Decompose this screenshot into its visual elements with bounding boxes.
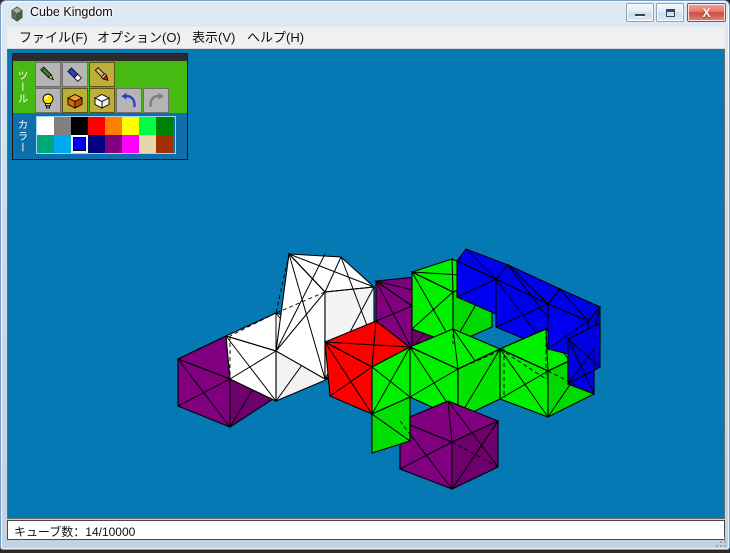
status-bar: キューブ数：14/10000 bbox=[7, 520, 725, 540]
title-bar[interactable]: Cube Kingdom X bbox=[1, 1, 730, 26]
color-swatch[interactable] bbox=[37, 135, 54, 153]
light-tool[interactable] bbox=[35, 88, 61, 113]
menu-view[interactable]: 表示(V) bbox=[186, 29, 241, 47]
color-swatch[interactable] bbox=[122, 135, 139, 153]
maximize-icon bbox=[657, 4, 683, 21]
menu-help[interactable]: ヘルプ(H) bbox=[241, 29, 310, 47]
pencil-icon bbox=[40, 65, 55, 80]
maximize-button[interactable] bbox=[656, 3, 684, 22]
wireframe-cube-tool[interactable] bbox=[89, 88, 115, 113]
color-swatch[interactable] bbox=[105, 135, 122, 153]
tool-section: ツール bbox=[13, 61, 187, 113]
cube-purple-front bbox=[398, 400, 500, 490]
minimize-button[interactable] bbox=[626, 3, 654, 22]
color-swatch[interactable] bbox=[54, 135, 71, 153]
viewport-canvas[interactable]: ツール カラー bbox=[7, 49, 725, 519]
wireframe-cube-icon bbox=[93, 93, 111, 109]
app-cube-icon bbox=[9, 6, 25, 22]
close-button[interactable]: X bbox=[687, 3, 726, 22]
tool-slot-empty-1 bbox=[116, 62, 142, 87]
eraser-icon bbox=[67, 66, 82, 82]
close-icon: X bbox=[702, 5, 711, 20]
brush-tool[interactable] bbox=[89, 62, 115, 87]
color-swatch[interactable] bbox=[139, 135, 156, 153]
color-swatch[interactable] bbox=[122, 117, 139, 135]
color-palette[interactable] bbox=[36, 116, 176, 154]
color-section-label: カラー bbox=[13, 113, 33, 159]
color-grid-wrap bbox=[33, 113, 187, 159]
cube-count-status: キューブ数：14/10000 bbox=[14, 525, 136, 539]
color-swatch[interactable] bbox=[37, 117, 54, 135]
window-title: Cube Kingdom bbox=[30, 5, 113, 19]
color-swatch[interactable] bbox=[71, 135, 88, 153]
color-swatch[interactable] bbox=[88, 135, 105, 153]
redo-arrow-icon bbox=[149, 92, 164, 107]
eraser-tool[interactable] bbox=[62, 62, 88, 87]
color-swatch[interactable] bbox=[105, 117, 122, 135]
pencil-tool[interactable] bbox=[35, 62, 61, 87]
color-swatch[interactable] bbox=[88, 117, 105, 135]
menu-file[interactable]: ファイル(F) bbox=[13, 29, 94, 47]
color-swatch[interactable] bbox=[156, 135, 173, 153]
app-window: Cube Kingdom X ファイル(F) オプション(O) 表示(V) ヘル… bbox=[0, 0, 730, 550]
solid-cube-icon bbox=[66, 93, 84, 109]
minimize-icon bbox=[627, 4, 653, 21]
color-swatch[interactable] bbox=[54, 117, 71, 135]
tool-grid bbox=[33, 61, 187, 113]
resize-grip[interactable] bbox=[715, 535, 727, 547]
color-swatch[interactable] bbox=[139, 117, 156, 135]
tool-slot-empty-2 bbox=[143, 62, 169, 87]
tool-section-label: ツール bbox=[13, 61, 33, 113]
color-swatch[interactable] bbox=[156, 117, 173, 135]
tool-color-panel: ツール カラー bbox=[12, 53, 188, 160]
menu-options[interactable]: オプション(O) bbox=[91, 29, 187, 47]
undo-arrow-icon bbox=[121, 92, 136, 107]
solid-cube-tool[interactable] bbox=[62, 88, 88, 113]
redo-button[interactable] bbox=[143, 88, 169, 113]
paintbrush-icon bbox=[94, 66, 109, 81]
lightbulb-icon bbox=[42, 93, 54, 108]
color-swatch[interactable] bbox=[71, 117, 88, 135]
panel-top-strip bbox=[13, 54, 187, 61]
color-section: カラー bbox=[13, 113, 187, 159]
undo-button[interactable] bbox=[116, 88, 142, 113]
menu-bar: ファイル(F) オプション(O) 表示(V) ヘルプ(H) bbox=[7, 27, 725, 49]
